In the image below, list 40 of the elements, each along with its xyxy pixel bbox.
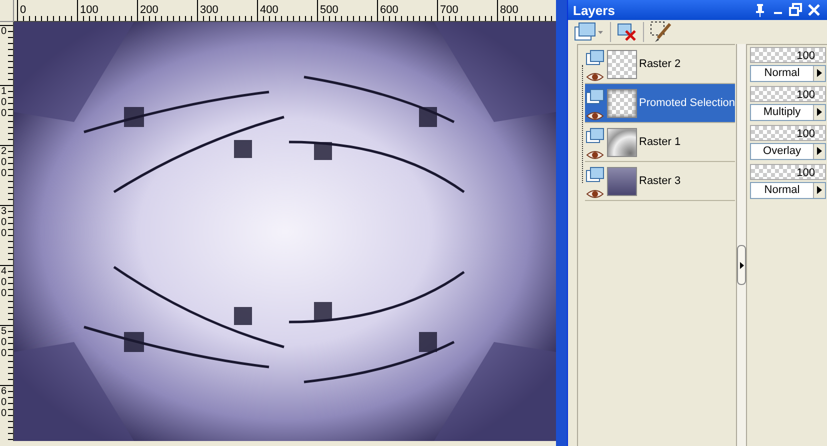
ruler-label: 600 [379,5,398,16]
raster-layer-icon [586,166,604,182]
ruler-label: 300 [199,5,218,16]
ruler-label: 700 [439,5,458,16]
blend-mode-dropdown[interactable]: Multiply [750,104,826,120]
close-icon[interactable] [805,2,823,18]
ruler-label: 100 [79,5,98,16]
panel-title: Layers [573,2,616,18]
delete-layer-icon[interactable] [617,22,637,42]
opacity-field[interactable]: 100 [750,124,826,140]
new-layer-icon[interactable] [574,22,604,42]
splitter-handle[interactable] [737,245,746,285]
ruler-label: 800 [499,5,518,16]
ruler-label: 500 [0,326,7,359]
restore-icon[interactable] [787,2,805,18]
ruler-label: 300 [0,206,7,239]
raster-layer-icon [586,128,604,144]
raster-layer-icon [586,88,604,104]
ruler-label: 100 [0,86,7,119]
ruler-label: 600 [0,386,7,419]
opacity-field[interactable]: 100 [750,46,826,62]
ruler-label: 0 [19,5,26,16]
blend-mode-dropdown[interactable]: Normal [750,64,826,82]
blend-mode-dropdown[interactable]: Normal [750,182,826,198]
ruler-label: 400 [259,5,278,16]
layer-name: Raster 3 [639,175,681,187]
ruler-label: 200 [0,146,7,179]
ruler-label: 0 [0,26,7,37]
layer-name: Raster 2 [639,58,681,70]
layer-name: Raster 1 [639,136,681,148]
ruler-label: 200 [139,5,158,16]
raster-layer-icon [586,50,604,66]
opacity-field[interactable]: 100 [750,164,826,180]
layer-row[interactable]: Promoted Selection [585,84,735,123]
blend-mode-dropdown[interactable]: Overlay [750,142,826,160]
layer-name: Promoted Selection [639,97,735,109]
ruler-label: 500 [319,5,338,16]
opacity-field[interactable]: 100 [750,86,826,102]
mask-brush-icon[interactable] [650,21,672,43]
ruler-label: 400 [0,266,7,299]
